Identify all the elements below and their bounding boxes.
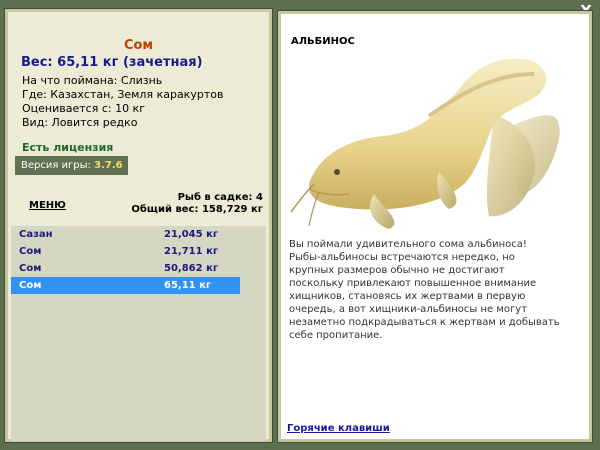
value-info: Оценивается с: 10 кг bbox=[22, 102, 145, 115]
version-label: Версия игры: bbox=[21, 160, 95, 171]
catch-weight: 50,862 кг bbox=[164, 263, 219, 274]
fish-weight: Вес: 65,11 кг (зачетная) bbox=[21, 55, 203, 70]
list-item[interactable]: Сом 21,711 кг bbox=[11, 243, 266, 260]
fish-name: Сом bbox=[123, 38, 154, 53]
version-value: 3.7.6 bbox=[94, 160, 123, 171]
catch-name: Сом bbox=[19, 246, 42, 257]
catch-weight: 21,711 кг bbox=[164, 246, 219, 257]
catch-name: Сом bbox=[19, 280, 42, 291]
location-info: Где: Казахстан, Земля каракуртов bbox=[22, 88, 224, 101]
game-version: Версия игры: 3.7.6 bbox=[15, 156, 128, 175]
menu-button[interactable]: МЕНЮ bbox=[29, 200, 66, 211]
cage-count: Рыб в садке: 4 bbox=[177, 192, 263, 203]
catch-weight: 21,045 кг bbox=[164, 229, 219, 240]
species-description: Вы поймали удивительного сома альбиноса!… bbox=[289, 239, 560, 341]
list-item[interactable]: Сазан 21,045 кг bbox=[11, 226, 266, 243]
catch-info-panel: Сом Вес: 65,11 кг (зачетная) На что пойм… bbox=[4, 8, 273, 443]
cage-total-weight: Общий вес: 158,729 кг bbox=[131, 204, 263, 215]
bait-info: На что поймана: Слизнь bbox=[22, 74, 163, 87]
license-status: Есть лицензия bbox=[22, 141, 114, 154]
rarity-info: Вид: Ловится редко bbox=[22, 116, 138, 129]
game-window: X Сом Вес: 65,11 кг (зачетная) На что по… bbox=[0, 0, 600, 450]
catch-name: Сом bbox=[19, 263, 42, 274]
species-panel: АЛЬБИНОС Вы поймали удивительного сома а… bbox=[277, 10, 593, 443]
catch-weight: 65,11 кг bbox=[164, 280, 212, 291]
albino-catfish-image bbox=[290, 58, 560, 229]
cage-stats: Рыб в садке: 4 Общий вес: 158,729 кг bbox=[131, 192, 263, 216]
catch-list: Сазан 21,045 кг Сом 21,711 кг Сом 50,862… bbox=[11, 226, 266, 441]
list-item[interactable]: Сом 50,862 кг bbox=[11, 260, 266, 277]
hotkeys-link[interactable]: Горячие клавиши bbox=[287, 423, 390, 434]
catch-name: Сазан bbox=[19, 229, 53, 240]
list-item-selected[interactable]: Сом 65,11 кг bbox=[11, 277, 240, 294]
